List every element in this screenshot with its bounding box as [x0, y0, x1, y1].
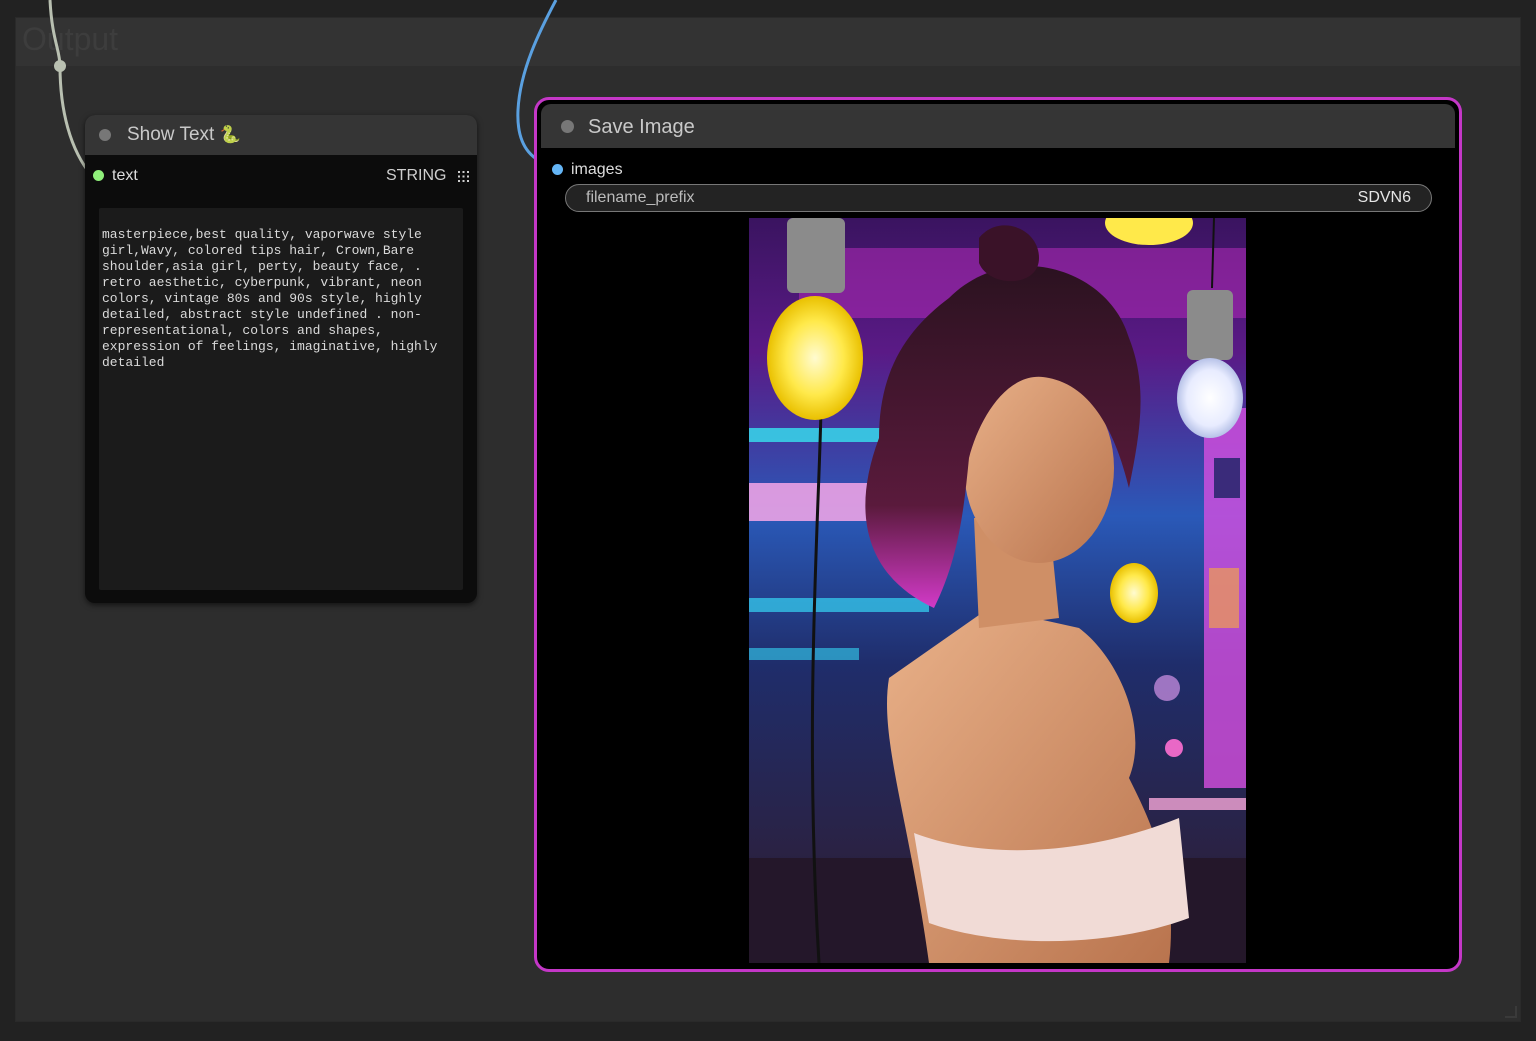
desk-highlight [1149, 798, 1246, 810]
node-title: Save Image [588, 116, 695, 138]
node-title: Show Text 🐍 [127, 124, 241, 145]
node-title-bar[interactable]: Save Image [541, 104, 1455, 148]
save-image-node[interactable]: Save Image images filename_prefix SDVN6 [534, 97, 1462, 972]
type-label: STRING [386, 167, 447, 184]
lightbulb-yellow [767, 296, 863, 420]
filename-prefix-widget[interactable]: filename_prefix SDVN6 [565, 184, 1432, 212]
neon-stripe [749, 648, 859, 660]
images-input-slot[interactable] [552, 164, 563, 175]
widget-name: filename_prefix [586, 189, 695, 206]
neon-panel [1209, 568, 1239, 628]
text-content: masterpiece,best quality, vaporwave styl… [102, 227, 446, 370]
hair-bun [979, 225, 1039, 282]
text-input-label: text [112, 167, 138, 184]
bokeh-light [1165, 739, 1183, 757]
lightbulb-small [1110, 563, 1158, 623]
lightbulb-top [1105, 218, 1193, 245]
image-preview[interactable] [749, 218, 1246, 963]
link-reroute-dot [54, 60, 66, 72]
lightbulb-white [1177, 358, 1243, 438]
text-output-area[interactable]: masterpiece,best quality, vaporwave styl… [99, 208, 463, 590]
snake-icon: 🐍 [219, 125, 241, 144]
bulb-socket [1187, 290, 1233, 360]
grid-icon[interactable] [458, 171, 469, 182]
node-title-bar[interactable]: Show Text 🐍 [85, 115, 477, 155]
collapse-dot[interactable] [99, 129, 111, 141]
collapse-dot[interactable] [561, 120, 574, 133]
text-input-slot[interactable] [93, 170, 104, 181]
neon-panel [1214, 458, 1240, 498]
preview-artwork [749, 218, 1246, 963]
bulb-socket [787, 218, 845, 293]
widget-value: SDVN6 [1357, 189, 1411, 206]
show-text-node[interactable]: Show Text 🐍 text STRING masterpiece,best… [85, 115, 477, 603]
neon-stripe [749, 598, 929, 612]
images-input-label: images [571, 161, 623, 178]
bokeh-light [1154, 675, 1180, 701]
